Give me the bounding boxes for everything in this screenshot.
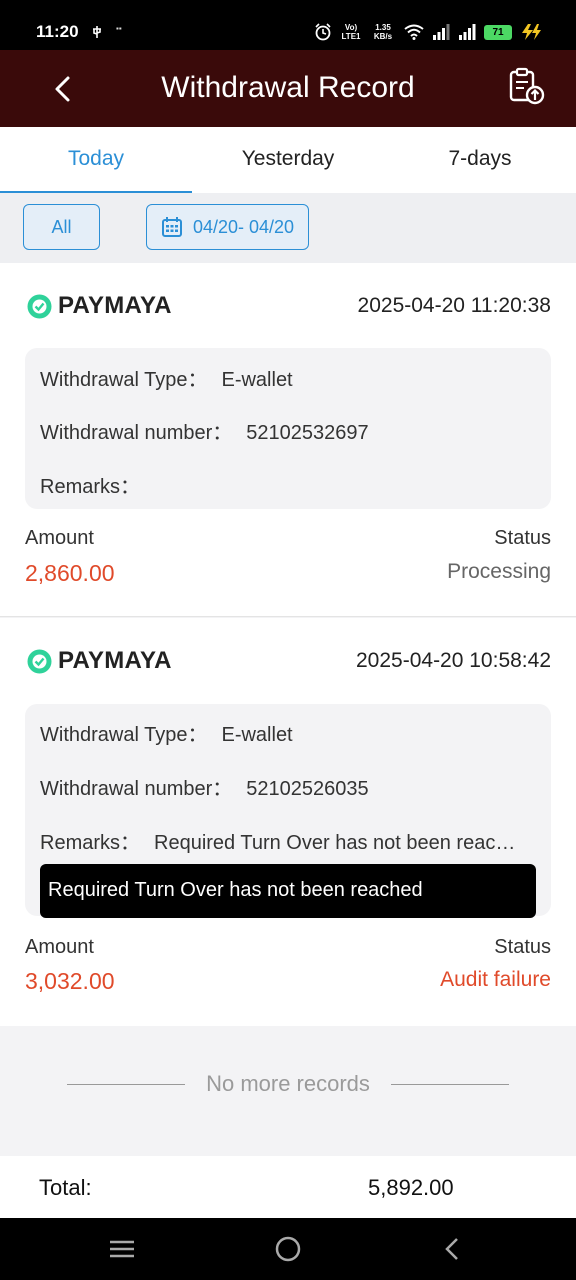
speed-label: 1.35 KB/s	[373, 23, 393, 41]
withdrawal-number-label: Withdrawal number：	[40, 778, 233, 800]
usb-icon	[93, 26, 101, 38]
amount-label: Amount	[25, 527, 94, 549]
status-label: Status	[494, 936, 551, 958]
withdrawal-number-label: Withdrawal number：	[40, 422, 233, 444]
withdrawal-type-value: E-wallet	[221, 369, 293, 391]
tab-yesterday[interactable]: Yesterday	[192, 127, 384, 193]
record-time: 2025-04-20 11:20:38	[357, 294, 551, 317]
withdrawal-type-label: Withdrawal Type：	[40, 369, 208, 391]
withdrawal-type-row: Withdrawal Type： E-wallet	[40, 363, 531, 392]
withdrawal-number-value: 52102532697	[246, 422, 369, 444]
recent-apps-icon[interactable]	[107, 1234, 137, 1264]
signal-2-icon	[459, 24, 476, 40]
battery-icon: 71	[484, 24, 512, 40]
amount-value: 3,032.00	[25, 968, 115, 994]
status-time: 11:20	[36, 22, 79, 41]
withdrawal-type-value: E-wallet	[221, 724, 293, 746]
withdrawal-type-label: Withdrawal Type：	[40, 724, 208, 746]
payment-brand: PAYMAYA	[27, 292, 172, 320]
paymaya-logo-icon	[27, 649, 52, 673]
total-bar: Total: 5,892.00	[0, 1156, 576, 1218]
filter-all-label: All	[51, 216, 72, 237]
brand-name: PAYMAYA	[58, 647, 172, 674]
status-icons: Vo) LTE1 1.35 KB/s 71	[314, 20, 542, 44]
remarks-row: Remarks：	[40, 470, 531, 499]
amount-label: Amount	[25, 936, 94, 958]
tab-today[interactable]: Today	[0, 127, 192, 194]
withdrawal-number-row: Withdrawal number： 52102526035	[40, 772, 531, 801]
status-label: Status	[494, 527, 551, 549]
calendar-icon	[161, 217, 182, 237]
remarks-label: Remarks：	[40, 476, 141, 498]
alarm-icon	[315, 23, 331, 41]
charging-icon	[522, 24, 541, 40]
date-tabs: Today Yesterday 7-days	[0, 127, 576, 194]
withdrawal-type-row: Withdrawal Type： E-wallet	[40, 718, 531, 747]
date-range-label: 04/20- 04/20	[192, 216, 295, 237]
system-nav-bar	[0, 1218, 576, 1280]
total-label: Total:	[39, 1175, 92, 1200]
withdrawal-record: PAYMAYA 2025-04-20 11:20:38 Withdrawal T…	[0, 263, 576, 617]
remarks-label: Remarks：	[40, 832, 141, 854]
remarks-row[interactable]: Remarks： Required Turn Over has not been …	[40, 826, 531, 855]
withdrawal-record: PAYMAYA 2025-04-20 10:58:42 Withdrawal T…	[0, 618, 576, 1026]
record-details: Withdrawal Type： E-wallet Withdrawal numb…	[25, 348, 551, 509]
divider-right	[391, 1084, 509, 1085]
payment-brand: PAYMAYA	[27, 647, 172, 675]
signal-icon	[433, 24, 450, 40]
status-value: Audit failure	[440, 968, 551, 991]
paymaya-logo-icon	[27, 294, 52, 318]
withdrawal-history-icon[interactable]	[506, 66, 546, 106]
filter-bar: All 04/20- 04/20	[0, 193, 576, 263]
status-value: Processing	[447, 560, 551, 583]
total-value: 5,892.00	[368, 1175, 454, 1200]
network-label: Vo) LTE1	[341, 23, 361, 41]
bank-notification-icon: ▪▪	[116, 24, 122, 33]
record-details: Withdrawal Type： E-wallet Withdrawal numb…	[25, 704, 551, 918]
page-title: Withdrawal Record	[161, 71, 415, 104]
remarks-value: Required Turn Over has not been reac…	[154, 832, 516, 854]
record-time: 2025-04-20 10:58:42	[356, 649, 551, 672]
brand-name: PAYMAYA	[58, 292, 172, 319]
nav-back-icon[interactable]	[438, 1234, 468, 1264]
wifi-icon	[404, 24, 424, 40]
filter-all-button[interactable]: All	[23, 204, 100, 250]
home-icon[interactable]	[273, 1234, 303, 1264]
status-bar: 11:20 ▪▪ Vo) LTE1 1.35 KB/s 71	[0, 0, 576, 50]
withdrawal-number-row: Withdrawal number： 52102532697	[40, 416, 531, 445]
end-of-list: No more records	[0, 1026, 576, 1156]
amount-value: 2,860.00	[25, 560, 115, 586]
tab-7-days[interactable]: 7-days	[384, 127, 576, 193]
remarks-tooltip: Required Turn Over has not been reached	[40, 864, 536, 918]
app-header: Withdrawal Record	[0, 50, 576, 127]
withdrawal-number-value: 52102526035	[246, 778, 369, 800]
date-range-button[interactable]: 04/20- 04/20	[146, 204, 309, 250]
